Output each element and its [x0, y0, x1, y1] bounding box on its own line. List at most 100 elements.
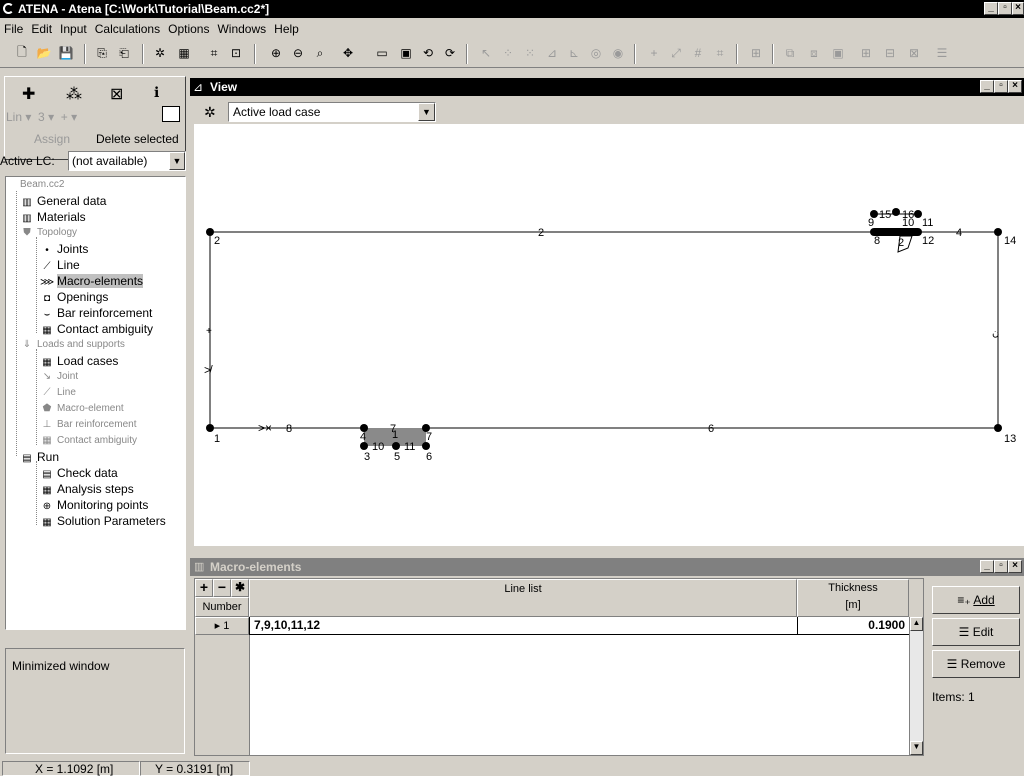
tree-item-loads-supports[interactable]: ⇓ Loads and supports [20, 337, 125, 353]
delete-selected-button[interactable]: Delete selected [96, 132, 179, 146]
row-thickness-cell[interactable]: 0.1900 [797, 617, 909, 635]
menu-input[interactable]: Input [56, 22, 91, 36]
active-lc-select[interactable]: (not available) ▼ [68, 151, 186, 171]
view-maximize-button[interactable]: ▫ [994, 80, 1008, 93]
delete-icon[interactable]: ⊠ [110, 84, 123, 104]
zoom-window-icon[interactable]: ⌕ [310, 43, 330, 63]
menu-calculations[interactable]: Calculations [91, 22, 164, 36]
snap-icon[interactable]: ⌗ [204, 43, 224, 63]
snap-grid-icon[interactable]: ⊡ [226, 43, 246, 63]
open-icon[interactable]: 📂 [34, 43, 54, 63]
vector-icon[interactable]: ⤢ [666, 43, 686, 63]
mesh-icon[interactable]: # [688, 43, 708, 63]
table-scrollbar[interactable]: ▲ ▼ [909, 617, 923, 755]
close-button[interactable]: × [1012, 2, 1024, 15]
add-circle-icon[interactable]: ◎ [586, 43, 606, 63]
list-icon[interactable]: ☰ [932, 43, 952, 63]
frame-icon[interactable]: ▣ [396, 43, 416, 63]
remove-button[interactable]: ☰ Remove [932, 650, 1020, 678]
tree-item-check-data[interactable]: ▤ Check data [40, 465, 117, 481]
win1-icon[interactable]: ⧉ [780, 43, 800, 63]
mesh2-icon[interactable]: ⌗ [710, 43, 730, 63]
add-line-icon[interactable]: ⊿ [542, 43, 562, 63]
tree-item-bar-load[interactable]: ⊥ Bar reinforcement [40, 417, 137, 433]
row-lines-cell[interactable]: 7,9,10,11,12 [249, 617, 797, 635]
tree-item-materials[interactable]: ▥ Materials [20, 209, 85, 225]
tree-item-root[interactable]: Beam.cc2 [20, 177, 64, 193]
rect-select-icon[interactable]: ▭ [372, 43, 392, 63]
maximize-button[interactable]: ▫ [998, 2, 1012, 15]
tree-item-load-cases[interactable]: ▦ Load cases [40, 353, 118, 369]
tree-item-topology[interactable]: ⛊ Topology [20, 225, 77, 241]
tree-item-macro-elements[interactable]: ⋙ Macro-elements [40, 273, 144, 289]
win3-icon[interactable]: ▣ [828, 43, 848, 63]
win2-icon[interactable]: ⧈ [804, 43, 824, 63]
assign-button[interactable]: Assign [34, 132, 70, 146]
zoom-out-icon[interactable]: ⊖ [288, 43, 308, 63]
box-icon[interactable] [162, 106, 180, 122]
macro-maximize-button[interactable]: ▫ [994, 560, 1008, 573]
chevron-down-icon[interactable]: ▼ [418, 103, 435, 121]
minimize-button[interactable]: _ [984, 2, 998, 15]
add-arc-icon[interactable]: ⊾ [564, 43, 584, 63]
tile-icon[interactable]: ⊞ [746, 43, 766, 63]
select-grid-icon[interactable]: ⁂ [66, 84, 82, 104]
add-joint-icon[interactable]: ⁘ [498, 43, 518, 63]
scroll-down-icon[interactable]: ▼ [910, 741, 923, 755]
menu-options[interactable]: Options [164, 22, 213, 36]
tree-item-line-load[interactable]: ⟋ Line [40, 385, 76, 401]
point-icon[interactable]: + [644, 43, 664, 63]
menu-help[interactable]: Help [270, 22, 303, 36]
macro-minimize-button[interactable]: _ [980, 560, 994, 573]
grid-icon[interactable]: ▦ [174, 43, 194, 63]
info-icon[interactable]: ℹ [154, 84, 159, 101]
tree-item-joint-load[interactable]: ↘ Joint [40, 369, 78, 385]
scroll-up-icon[interactable]: ▲ [910, 617, 923, 631]
tree-item-joints[interactable]: • Joints [40, 241, 88, 257]
tree-item-line[interactable]: ⟋ Line [40, 257, 80, 273]
pointer-icon[interactable]: ↖ [476, 43, 496, 63]
chevron-down-icon[interactable]: ▼ [169, 152, 185, 170]
tree-item-bar-reinforcement[interactable]: ⌣ Bar reinforcement [40, 305, 153, 321]
col-number-header[interactable]: Number [195, 597, 249, 617]
add-button[interactable]: ≡₊ Add [932, 586, 1020, 614]
view-minimize-button[interactable]: _ [980, 80, 994, 93]
win4-icon[interactable]: ⊞ [856, 43, 876, 63]
menu-file[interactable]: File [0, 22, 27, 36]
tree-item-contact-ambiguity[interactable]: ▦ Contact ambiguity [40, 321, 153, 337]
win5-icon[interactable]: ⊟ [880, 43, 900, 63]
tree-item-openings[interactable]: ◘ Openings [40, 289, 108, 305]
col-thickness-header[interactable]: Thickness [m] [797, 579, 909, 617]
save-icon[interactable]: 💾 [56, 43, 76, 63]
tree-item-macro-load[interactable]: ⬟ Macro-element [40, 401, 124, 417]
edit-button[interactable]: ☰ Edit [932, 618, 1020, 646]
view-close-button[interactable]: × [1008, 80, 1022, 93]
copy-icon[interactable]: ⎘ [92, 43, 112, 63]
menu-edit[interactable]: Edit [27, 22, 56, 36]
tree-item-contact-load[interactable]: ▦ Contact ambiguity [40, 433, 137, 449]
zoom-in-icon[interactable]: ⊕ [266, 43, 286, 63]
rotate-icon[interactable]: ⟲ [418, 43, 438, 63]
menu-windows[interactable]: Windows [213, 22, 270, 36]
rotate-fit-icon[interactable]: ⟳ [440, 43, 460, 63]
new-icon[interactable]: 🗋 [12, 43, 32, 63]
table-row[interactable]: ▸ 1 [195, 617, 249, 635]
macro-close-button[interactable]: × [1008, 560, 1022, 573]
tree-item-analysis-steps[interactable]: ▦ Analysis steps [40, 481, 133, 497]
win6-icon[interactable]: ⊠ [904, 43, 924, 63]
select-icon[interactable]: ✲ [150, 43, 170, 63]
add-icon[interactable]: ✚ [22, 84, 35, 104]
tree-item-solution-parameters[interactable]: ▦ Solution Parameters [40, 513, 165, 529]
pan-icon[interactable]: ✥ [338, 43, 358, 63]
tree-item-monitoring-points[interactable]: ⊕ Monitoring points [40, 497, 149, 513]
paste-icon[interactable]: ⎗ [114, 43, 134, 63]
tree-item-general-data[interactable]: ▥ General data [20, 193, 106, 209]
add-row-button[interactable]: + [195, 579, 213, 597]
add-macro-icon[interactable]: ◉ [608, 43, 628, 63]
remove-row-button[interactable]: − [213, 579, 231, 597]
add-joint2-icon[interactable]: ⁙ [520, 43, 540, 63]
loadcase-select[interactable]: Active load case ▼ [228, 102, 436, 122]
tree-item-run[interactable]: ▤ Run [20, 449, 59, 465]
col-lines-header[interactable]: Line list [249, 579, 797, 617]
drawing-canvas[interactable]: + ≯ >× ن 2 4 6 8 7 10 2 14 1 13 8 12 9 1… [194, 124, 1024, 546]
